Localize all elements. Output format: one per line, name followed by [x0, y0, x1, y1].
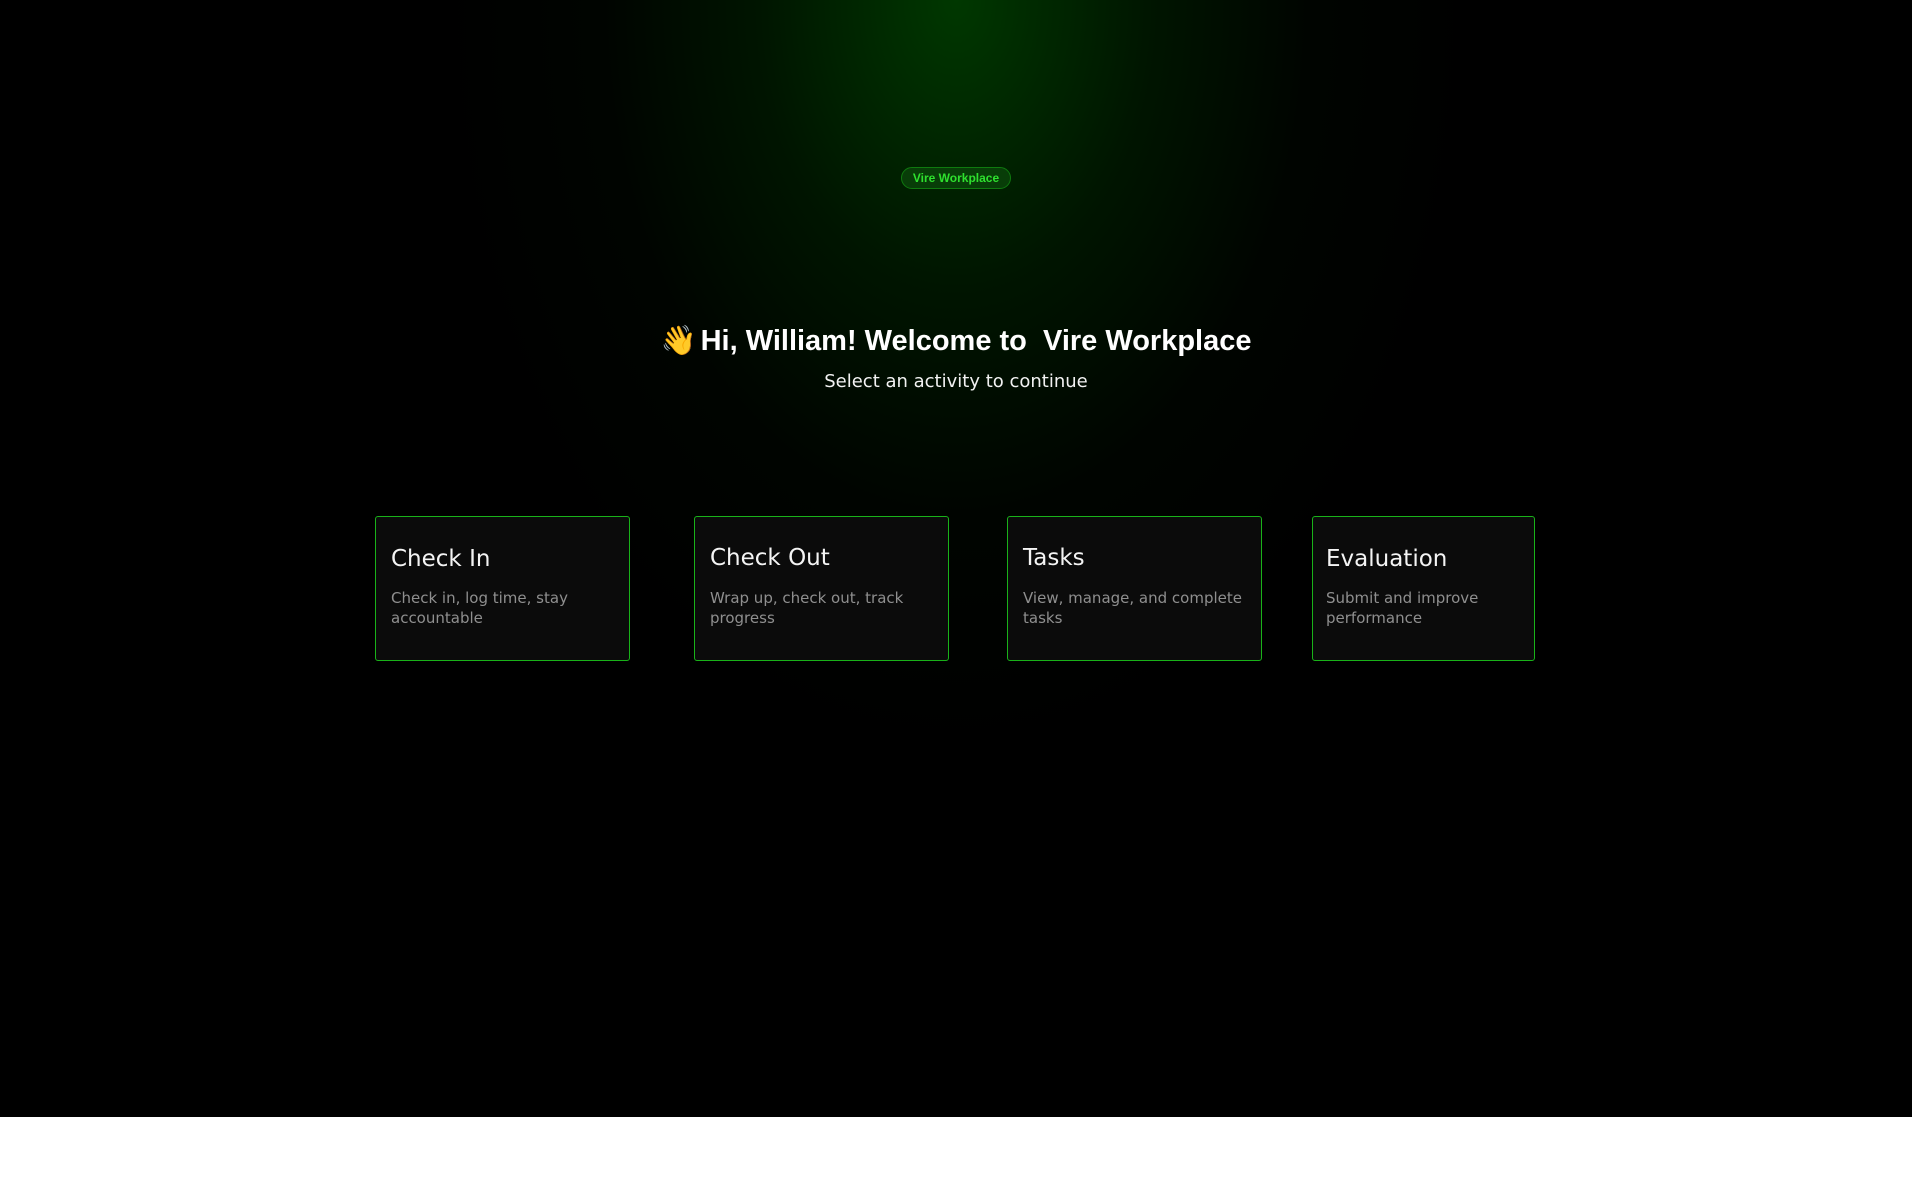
- check-in-description: Check in, log time, stay accountable: [391, 589, 568, 627]
- evaluation-title: Evaluation: [1326, 546, 1448, 572]
- check-in-title: Check In: [391, 546, 491, 572]
- workplace-badge: Vire Workplace: [901, 167, 1011, 189]
- evaluation-card[interactable]: Evaluation Submit and improve performanc…: [1312, 516, 1535, 661]
- evaluation-description: Submit and improve performance: [1326, 589, 1479, 627]
- tasks-card[interactable]: Tasks View, manage, and complete tasks: [1007, 516, 1262, 661]
- welcome-text: Hi, William! Welcome to Vire Workplace: [700, 325, 1252, 357]
- activity-instruction: Select an activity to continue: [824, 371, 1088, 392]
- check-out-title: Check Out: [710, 545, 830, 571]
- tasks-title: Tasks: [1023, 545, 1085, 571]
- activity-selection-screen: Vire Workplace 👋 Hi, William! Welcome to …: [0, 0, 1912, 1117]
- tasks-description: View, manage, and complete tasks: [1023, 589, 1242, 627]
- waving-hand-icon: 👋: [660, 323, 697, 357]
- check-out-description: Wrap up, check out, track progress: [710, 589, 904, 627]
- check-out-card[interactable]: Check Out Wrap up, check out, track prog…: [694, 516, 949, 661]
- check-in-card[interactable]: Check In Check in, log time, stay accoun…: [375, 516, 630, 661]
- welcome-heading: 👋 Hi, William! Welcome to Vire Workplace: [0, 318, 1912, 363]
